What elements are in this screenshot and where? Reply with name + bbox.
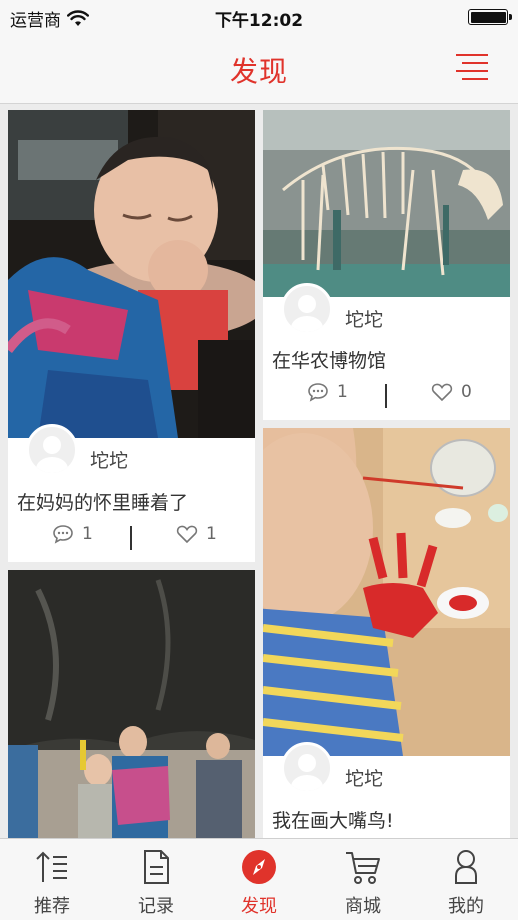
tab-profile[interactable]: 我的 xyxy=(414,839,518,920)
like-count: 0 xyxy=(461,382,472,402)
author-row: 坨坨 xyxy=(263,742,510,806)
tab-record[interactable]: 记录 xyxy=(104,839,208,920)
post-photo-cave-family[interactable] xyxy=(8,570,255,838)
tab-label: 发现 xyxy=(241,896,277,917)
tab-shop[interactable]: 商城 xyxy=(311,839,415,920)
author-row: 坨坨 xyxy=(8,424,255,488)
nav-bar: 发现 xyxy=(0,34,518,104)
post-photo-painting-hand[interactable] xyxy=(263,428,510,756)
status-bar: 运营商 下午12:02 xyxy=(0,0,518,34)
profile-icon xyxy=(455,850,477,884)
like-count: 1 xyxy=(206,524,217,544)
feed-card[interactable]: 坨坨 在妈妈的怀里睡着了 1 1 xyxy=(8,110,255,562)
heart-icon xyxy=(176,525,198,544)
discover-icon xyxy=(242,850,276,884)
avatar[interactable] xyxy=(26,424,78,476)
stats-divider xyxy=(385,384,387,408)
author-row: 坨坨 xyxy=(263,283,510,347)
recommend-icon xyxy=(36,851,67,882)
author-name[interactable]: 坨坨 xyxy=(345,764,383,791)
tab-bar: 推荐 记录 发现 商城 我的 xyxy=(0,838,518,920)
tab-label: 商城 xyxy=(345,896,381,917)
status-time: 下午12:02 xyxy=(214,11,304,31)
battery-icon xyxy=(468,9,512,25)
tab-label: 记录 xyxy=(138,896,174,917)
comment-count: 1 xyxy=(337,382,348,402)
comment-button[interactable]: 1 xyxy=(307,382,348,402)
tab-label: 推荐 xyxy=(34,896,70,917)
post-stats: 1 1 xyxy=(8,524,255,554)
like-button[interactable]: 1 xyxy=(176,524,217,544)
comment-icon xyxy=(53,525,73,544)
page-title: 发现 xyxy=(229,55,288,88)
avatar[interactable] xyxy=(281,742,333,794)
post-caption: 在妈妈的怀里睡着了 xyxy=(17,492,189,514)
comment-icon xyxy=(308,383,328,402)
author-name[interactable]: 坨坨 xyxy=(90,446,128,473)
post-caption: 我在画大嘴鸟! xyxy=(272,810,394,832)
tab-recommend[interactable]: 推荐 xyxy=(0,839,104,920)
post-photo-museum-skeleton[interactable] xyxy=(263,110,510,297)
like-button[interactable]: 0 xyxy=(431,382,472,402)
tab-discover[interactable]: 发现 xyxy=(207,839,311,920)
avatar[interactable] xyxy=(281,283,333,335)
feed-card[interactable]: 坨坨 在华农博物馆 1 0 xyxy=(263,110,510,420)
tab-label: 我的 xyxy=(448,896,484,917)
stats-divider xyxy=(130,526,132,550)
comment-button[interactable]: 1 xyxy=(52,524,93,544)
post-photo-sleeping-child[interactable] xyxy=(8,110,255,438)
heart-icon xyxy=(431,383,453,402)
feed-card[interactable] xyxy=(8,570,255,838)
feed-card[interactable]: 坨坨 我在画大嘴鸟! xyxy=(263,428,510,838)
menu-icon[interactable] xyxy=(456,52,488,80)
comment-count: 1 xyxy=(82,524,93,544)
author-name[interactable]: 坨坨 xyxy=(345,305,383,332)
shop-cart-icon xyxy=(346,852,380,884)
post-caption: 在华农博物馆 xyxy=(272,350,387,372)
record-icon xyxy=(144,850,169,884)
post-stats: 1 0 xyxy=(263,382,510,412)
